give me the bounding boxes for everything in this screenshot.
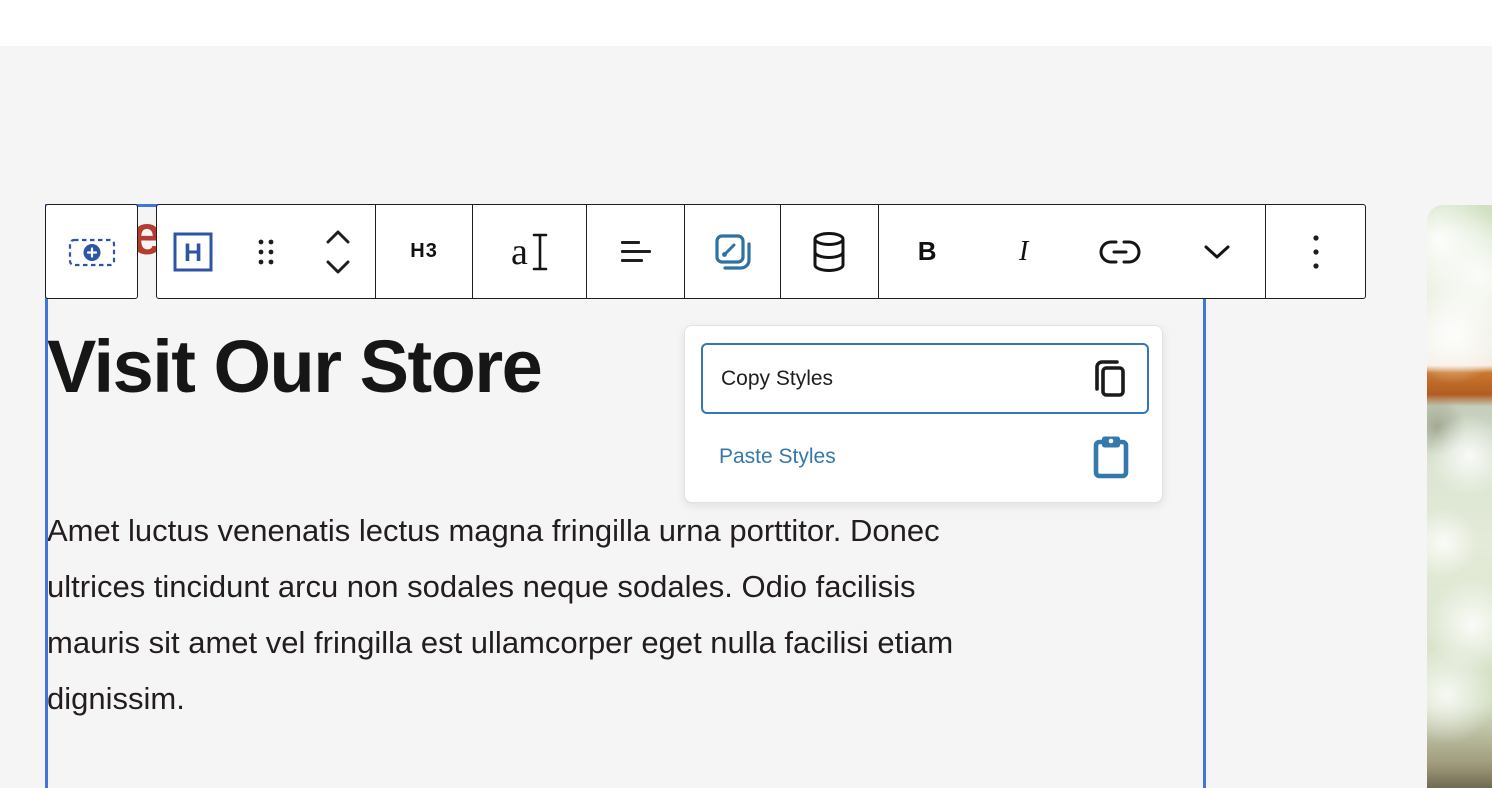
drag-handle[interactable] [230, 205, 303, 298]
heading-block-type-button[interactable]: H [157, 205, 230, 298]
move-up-down-icon [323, 226, 353, 278]
copy-paste-styles-group [685, 205, 781, 298]
paste-styles-label: Paste Styles [719, 445, 836, 469]
more-formatting-button[interactable] [1169, 205, 1266, 298]
options-group [1266, 205, 1365, 298]
paragraph-line: Amet luctus venenatis lectus magna fring… [47, 503, 953, 559]
link-icon [1098, 238, 1142, 266]
heading-level-group: H3 [376, 205, 474, 298]
align-text-button[interactable] [587, 205, 684, 298]
database-icon [808, 230, 850, 274]
add-block-icon [66, 234, 118, 270]
block-toolbar: H H3 [156, 204, 1366, 299]
dynamic-data-button[interactable] [781, 205, 878, 298]
typography-group: a [473, 205, 587, 298]
typography-cursor-icon: a [507, 228, 553, 276]
editor-canvas: e Visit Our Store Amet luctus venenatis … [0, 0, 1492, 788]
paragraph-line: dignissim. [47, 671, 953, 727]
align-group [587, 205, 685, 298]
copy-paste-styles-button[interactable] [685, 205, 780, 298]
paragraph-block[interactable]: Amet luctus venenatis lectus magna fring… [47, 503, 953, 727]
clipboard-icon [1091, 434, 1131, 480]
italic-button[interactable]: I [975, 205, 1072, 298]
add-block-panel [45, 204, 138, 299]
chevron-down-icon [1202, 243, 1232, 261]
svg-text:a: a [511, 231, 528, 273]
formatting-group: B I [879, 205, 1266, 298]
copy-icon [1089, 357, 1129, 401]
drag-handle-icon [255, 237, 277, 267]
block-mover[interactable] [302, 205, 375, 298]
menu-item-copy-styles[interactable]: Copy Styles [701, 343, 1149, 414]
block-controls-group: H [157, 205, 376, 298]
align-text-icon [619, 239, 653, 265]
copy-paste-styles-icon [711, 230, 755, 274]
block-options-button[interactable] [1266, 205, 1365, 298]
dynamic-data-group [781, 205, 879, 298]
bold-button[interactable]: B [879, 205, 976, 298]
link-button[interactable] [1072, 205, 1169, 298]
svg-text:H: H [184, 239, 202, 267]
styles-menu-popover: Copy Styles Paste Styles [684, 325, 1163, 503]
typography-button[interactable]: a [473, 205, 586, 298]
ellipsis-vertical-icon [1312, 234, 1320, 270]
heading-level-button[interactable]: H3 [376, 205, 473, 298]
copy-styles-label: Copy Styles [721, 367, 833, 391]
paragraph-line: mauris sit amet vel fringilla est ullamc… [47, 615, 953, 671]
paragraph-line: ultrices tincidunt arcu non sodales nequ… [47, 559, 953, 615]
add-block-button[interactable] [46, 205, 137, 298]
side-photo-thumbnail[interactable] [1427, 205, 1492, 788]
page-title[interactable]: Visit Our Store [47, 330, 541, 404]
menu-item-paste-styles[interactable]: Paste Styles [701, 426, 1149, 488]
heading-block-icon: H [172, 231, 214, 273]
